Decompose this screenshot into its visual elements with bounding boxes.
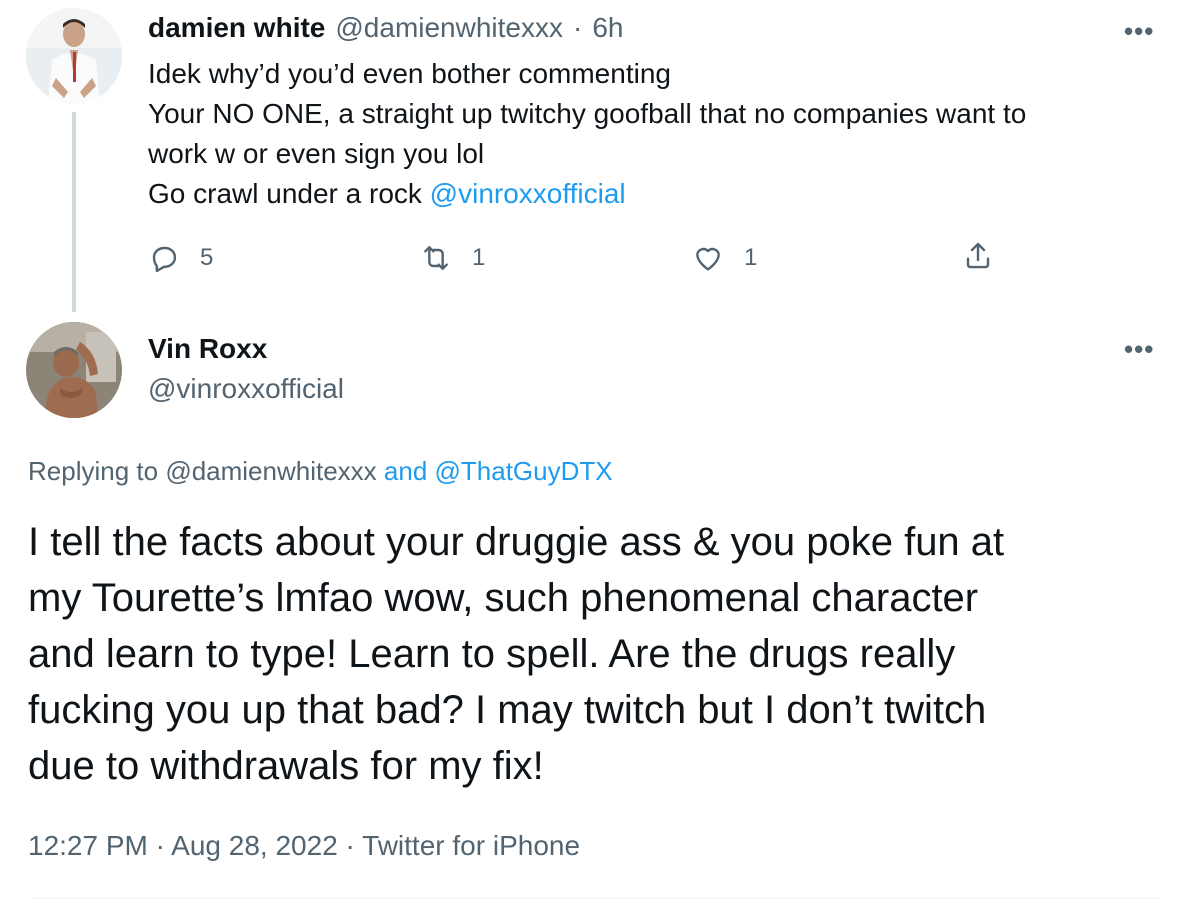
author-handle[interactable]: @vinroxxofficial — [148, 373, 344, 405]
reply-count: 5 — [200, 244, 214, 271]
replying-to-user[interactable]: @damienwhitexxx — [165, 456, 376, 486]
tweet-line: Go crawl under a rock @vinroxxofficial — [148, 174, 1148, 214]
retweet-button[interactable]: 1 — [420, 242, 485, 274]
like-count: 1 — [744, 244, 758, 271]
main-tweet-body: I tell the facts about your druggie ass … — [28, 514, 1178, 794]
tweet-line: Idek why’d you’d even bother commenting — [148, 58, 671, 89]
tweet-line: work w or even sign you lol — [148, 138, 485, 169]
retweet-count: 1 — [472, 244, 486, 271]
replying-to-line: Replying to @damienwhitexxx and @ThatGuy… — [28, 456, 613, 487]
tweet-line: Your NO ONE, a straight up twitchy goofb… — [148, 98, 1027, 129]
replying-to-prefix: Replying to — [28, 456, 166, 486]
parent-tweet-header: damien white @damienwhitexxx · 6h — [148, 12, 623, 44]
tweet-line: fucking you up that bad? I may twitch bu… — [28, 688, 987, 732]
more-dots-icon[interactable]: ••• — [1124, 336, 1154, 362]
mention-link[interactable]: @vinroxxofficial — [430, 178, 626, 209]
tweet-line: I tell the facts about your druggie ass … — [28, 520, 1005, 564]
tweet-line: due to withdrawals for my fix! — [28, 744, 544, 788]
avatar-vin-roxx[interactable] — [26, 322, 122, 418]
author-name[interactable]: Vin Roxx — [148, 333, 267, 365]
tweet-timestamp[interactable]: 12:27 PM · Aug 28, 2022 · Twitter for iP… — [28, 830, 580, 862]
like-button[interactable]: 1 — [692, 242, 757, 274]
replying-to-user[interactable]: @ThatGuyDTX — [435, 456, 613, 486]
author-name[interactable]: damien white — [148, 12, 325, 44]
heart-icon — [696, 247, 720, 271]
parent-tweet-body: Idek why’d you’d even bother commenting … — [148, 54, 1148, 214]
share-button[interactable] — [962, 240, 994, 272]
retweet-icon — [424, 246, 448, 270]
more-dots-icon[interactable]: ••• — [1124, 18, 1154, 44]
reply-icon — [152, 246, 177, 273]
divider — [30, 898, 1160, 899]
thread-connector-line — [72, 112, 76, 312]
share-icon — [966, 242, 990, 269]
reply-button[interactable]: 5 — [148, 242, 213, 274]
replying-and[interactable]: and — [377, 456, 435, 486]
author-handle[interactable]: @damienwhitexxx — [335, 12, 563, 44]
tweet-time[interactable]: 6h — [592, 12, 623, 44]
avatar-damien-white[interactable] — [26, 8, 122, 104]
tweet-line-text: Go crawl under a rock — [148, 178, 430, 209]
tweet-line: my Tourette’s lmfao wow, such phenomenal… — [28, 576, 979, 620]
tweet-line: and learn to type! Learn to spell. Are t… — [28, 632, 956, 676]
meta-separator: · — [573, 12, 583, 43]
